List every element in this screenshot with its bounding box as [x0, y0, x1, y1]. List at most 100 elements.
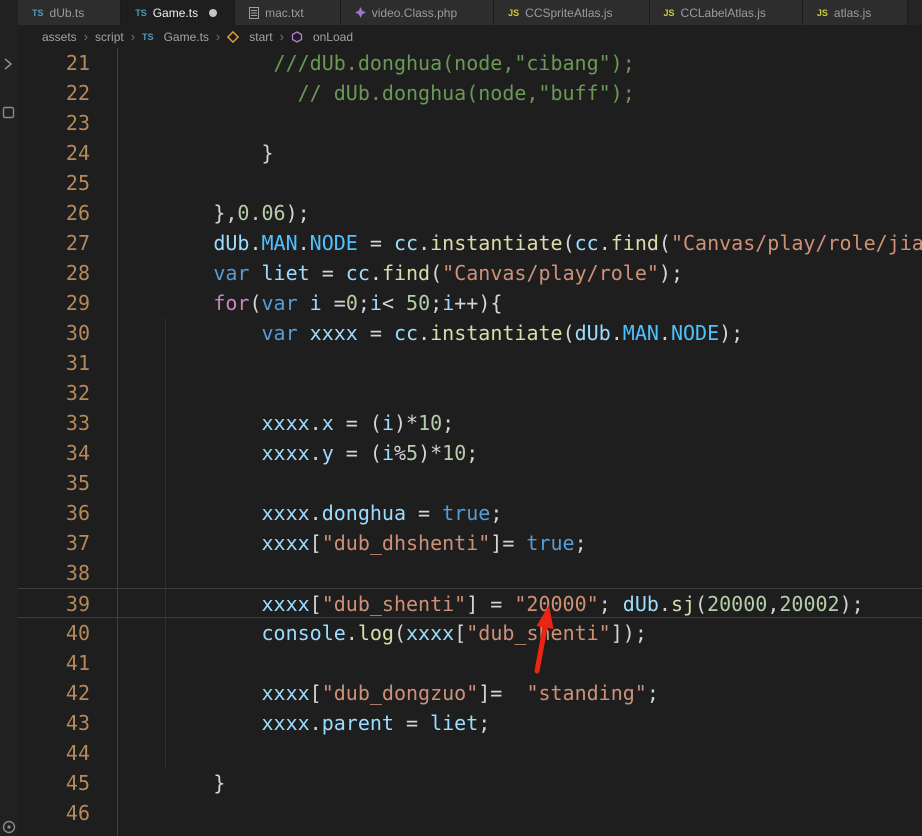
line-number: 26 [65, 201, 90, 225]
code-text[interactable]: xxxx["dub_dongzuo"]= "standing"; [117, 678, 922, 708]
code-line-35: 35 [18, 468, 922, 498]
breadcrumb-label: assets [42, 29, 77, 44]
code-text[interactable]: var xxxx = cc.instantiate(dUb.MAN.NODE); [117, 318, 922, 348]
breadcrumb-separator: › [83, 29, 89, 44]
line-number: 29 [65, 291, 90, 315]
ts-file-icon: TS [142, 31, 154, 42]
code-line-28: 28 var liet = cc.find("Canvas/play/role"… [18, 258, 922, 288]
tab-label: video.Class.php [371, 5, 458, 20]
code-text[interactable]: },0.06); [117, 198, 922, 228]
code-line-30: 30 var xxxx = cc.instantiate(dUb.MAN.NOD… [18, 318, 922, 348]
code-text[interactable]: xxxx["dub_shenti"] = "20000"; dUb.sj(200… [117, 589, 922, 617]
tab-label: atlas.js [833, 5, 872, 20]
breadcrumb-item-assets[interactable]: assets [42, 30, 77, 44]
line-number: 31 [65, 351, 90, 375]
code-line-32: 32 [18, 378, 922, 408]
code-text[interactable]: var liet = cc.find("Canvas/play/role"); [117, 258, 922, 288]
js-file-icon: JS [816, 7, 828, 18]
code-text[interactable]: ///dUb.donghua(node,"cibang"); [117, 48, 922, 78]
tab-CCSpriteAtlas.js[interactable]: JS CCSpriteAtlas.js [494, 0, 650, 25]
line-number: 35 [65, 471, 90, 495]
line-number: 27 [65, 231, 90, 255]
line-number: 40 [65, 621, 90, 645]
code-text[interactable]: for(var i =0;i< 50;i++){ [117, 288, 922, 318]
line-number: 46 [65, 801, 90, 825]
code-text[interactable] [117, 348, 922, 378]
tab-label: mac.txt [265, 5, 304, 20]
line-number: 36 [65, 501, 90, 525]
breadcrumb-label: script [95, 29, 124, 44]
ts-file-icon: TS [32, 7, 44, 18]
line-number: 22 [65, 81, 90, 105]
php-file-icon [354, 7, 366, 18]
code-text[interactable]: // dUb.donghua(node,"buff"); [117, 78, 922, 108]
code-text[interactable] [117, 738, 922, 768]
line-number: 43 [65, 711, 90, 735]
square-panel-icon[interactable] [2, 106, 15, 124]
line-number: 37 [65, 531, 90, 555]
code-text[interactable]: xxxx["dub_dhshenti"]= true; [117, 528, 922, 558]
code-text[interactable] [117, 648, 922, 678]
tab-label: Game.ts [152, 5, 199, 20]
code-line-36: 36 xxxx.donghua = true; [18, 498, 922, 528]
code-text[interactable] [117, 798, 922, 828]
code-text[interactable] [117, 378, 922, 408]
code-line-45: 45 } [18, 768, 922, 798]
code-line-42: 42 xxxx["dub_dongzuo"]= "standing"; [18, 678, 922, 708]
line-number: 34 [65, 441, 90, 465]
code-text[interactable]: xxxx.parent = liet; [117, 708, 922, 738]
line-number: 45 [65, 771, 90, 795]
code-text[interactable]: xxxx.y = (i%5)*10; [117, 438, 922, 468]
code-area: 21 ///dUb.donghua(node,"cibang"); 22 // d… [18, 48, 922, 828]
editor: 21 ///dUb.donghua(node,"cibang"); 22 // d… [18, 48, 922, 836]
chevron-right-icon[interactable] [2, 56, 14, 77]
code-text[interactable] [117, 168, 922, 198]
code-text[interactable] [117, 468, 922, 498]
code-line-40: 40 console.log(xxxx["dub_shenti"]); [18, 618, 922, 648]
code-line-37: 37 xxxx["dub_dhshenti"]= true; [18, 528, 922, 558]
breadcrumb-label: start [249, 29, 273, 44]
code-text[interactable]: dUb.MAN.NODE = cc.instantiate(cc.find("C… [117, 228, 922, 258]
tab-Game.ts[interactable]: TS Game.ts [121, 0, 236, 25]
line-number: 42 [65, 681, 90, 705]
code-line-34: 34 xxxx.y = (i%5)*10; [18, 438, 922, 468]
bottom-partial-gear-icon[interactable] [2, 818, 16, 836]
breadcrumb-item-onLoad[interactable]: onLoad [291, 30, 353, 44]
code-line-39: 39 xxxx["dub_shenti"] = "20000"; dUb.sj(… [18, 588, 922, 618]
code-text[interactable]: console.log(xxxx["dub_shenti"]); [117, 618, 922, 648]
activity-bar [0, 0, 18, 836]
line-number: 23 [65, 111, 90, 135]
code-line-23: 23 [18, 108, 922, 138]
tab-atlas.js[interactable]: JS atlas.js [802, 0, 909, 25]
breadcrumb-item-start[interactable]: start [227, 29, 273, 44]
code-line-33: 33 xxxx.x = (i)*10; [18, 408, 922, 438]
code-text[interactable]: xxxx.donghua = true; [117, 498, 922, 528]
line-number: 24 [65, 141, 90, 165]
code-text[interactable]: xxxx.x = (i)*10; [117, 408, 922, 438]
code-line-24: 24 } [18, 138, 922, 168]
tab-bar: TS dUb.ts TS Game.ts mac.txt video.Class.php J… [18, 0, 922, 25]
js-file-icon: JS [663, 7, 675, 18]
symbol-start-icon [227, 30, 240, 43]
line-number: 38 [65, 561, 90, 585]
line-number: 33 [65, 411, 90, 435]
tab-dUb.ts[interactable]: TS dUb.ts [18, 0, 122, 25]
breadcrumb-item-Game.ts[interactable]: TS Game.ts [142, 30, 209, 44]
code-line-38: 38 [18, 558, 922, 588]
code-text[interactable]: } [117, 138, 922, 168]
tab-label: dUb.ts [49, 5, 85, 20]
code-text[interactable] [117, 558, 922, 588]
breadcrumb-item-script[interactable]: script [95, 30, 124, 44]
code-line-29: 29 for(var i =0;i< 50;i++){ [18, 288, 922, 318]
tab-CCLabelAtlas.js[interactable]: JS CCLabelAtlas.js [649, 0, 803, 25]
tab-video.Class.php[interactable]: video.Class.php [340, 0, 495, 25]
code-text[interactable]: } [117, 768, 922, 798]
tab-mac.txt[interactable]: mac.txt [235, 0, 341, 25]
code-line-44: 44 [18, 738, 922, 768]
code-line-27: 27 dUb.MAN.NODE = cc.instantiate(cc.find… [18, 228, 922, 258]
breadcrumb: assets › script › TS Game.ts › start › onLoad [18, 25, 922, 48]
code-text[interactable] [117, 108, 922, 138]
breadcrumb-separator: › [130, 29, 136, 44]
modified-dot[interactable] [204, 8, 222, 17]
code-line-25: 25 [18, 168, 922, 198]
